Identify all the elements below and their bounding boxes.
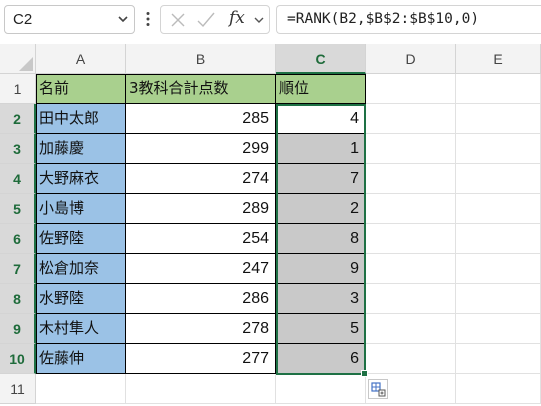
cell-d7[interactable] xyxy=(366,254,456,284)
cell-d9[interactable] xyxy=(366,314,456,344)
row-header-7[interactable]: 7 xyxy=(0,254,36,284)
cell-c6[interactable]: 8 xyxy=(276,224,366,254)
column-header-b[interactable]: B xyxy=(126,44,276,74)
cell-a4[interactable]: 大野麻衣 xyxy=(36,164,126,194)
cell-e11[interactable] xyxy=(456,374,541,404)
cell-a3[interactable]: 加藤慶 xyxy=(36,134,126,164)
cell-b9[interactable]: 278 xyxy=(126,314,276,344)
fill-handle[interactable] xyxy=(361,370,368,377)
formula-bar: C2 fx =RANK(B2,$B$2:$B$10,0) xyxy=(0,0,541,38)
cell-d5[interactable] xyxy=(366,194,456,224)
cell-c9[interactable]: 5 xyxy=(276,314,366,344)
cell-d6[interactable] xyxy=(366,224,456,254)
cell-a6[interactable]: 佐野陸 xyxy=(36,224,126,254)
cell-b5[interactable]: 289 xyxy=(126,194,276,224)
cell-c2-active[interactable]: 4 xyxy=(276,104,366,134)
formula-text: =RANK(B2,$B$2:$B$10,0) xyxy=(287,11,480,27)
cell-e10[interactable] xyxy=(456,344,541,374)
cell-c1[interactable]: 順位 xyxy=(276,74,366,104)
row-header-9[interactable]: 9 xyxy=(0,314,36,344)
cell-c3[interactable]: 1 xyxy=(276,134,366,164)
cell-a9[interactable]: 木村隼人 xyxy=(36,314,126,344)
cell-d4[interactable] xyxy=(366,164,456,194)
chevron-down-icon[interactable] xyxy=(118,14,128,24)
cell-a5[interactable]: 小島博 xyxy=(36,194,126,224)
close-icon[interactable] xyxy=(171,13,185,27)
cell-d2[interactable] xyxy=(366,104,456,134)
cell-a2[interactable]: 田中太郎 xyxy=(36,104,126,134)
cell-d10[interactable] xyxy=(366,344,456,374)
cell-e4[interactable] xyxy=(456,164,541,194)
cell-c5[interactable]: 2 xyxy=(276,194,366,224)
cell-e2[interactable] xyxy=(456,104,541,134)
cell-e9[interactable] xyxy=(456,314,541,344)
row-header-3[interactable]: 3 xyxy=(0,134,36,164)
cell-e8[interactable] xyxy=(456,284,541,314)
cell-e3[interactable] xyxy=(456,134,541,164)
formula-input[interactable]: =RANK(B2,$B$2:$B$10,0) xyxy=(276,5,541,34)
formula-controls: fx xyxy=(160,5,270,34)
cell-a7[interactable]: 松倉加奈 xyxy=(36,254,126,284)
cell-e6[interactable] xyxy=(456,224,541,254)
cell-b4[interactable]: 274 xyxy=(126,164,276,194)
row-header-5[interactable]: 5 xyxy=(0,194,36,224)
quick-analysis-icon[interactable] xyxy=(368,379,388,399)
cell-c7[interactable]: 9 xyxy=(276,254,366,284)
cell-e7[interactable] xyxy=(456,254,541,284)
row-header-11[interactable]: 11 xyxy=(0,374,36,404)
cell-b6[interactable]: 254 xyxy=(126,224,276,254)
select-all-button[interactable] xyxy=(0,44,36,74)
name-box[interactable]: C2 xyxy=(4,5,135,34)
cell-b8[interactable]: 286 xyxy=(126,284,276,314)
cell-d8[interactable] xyxy=(366,284,456,314)
column-header-e[interactable]: E xyxy=(456,44,541,74)
cell-a10[interactable]: 佐藤伸 xyxy=(36,344,126,374)
row-header-1[interactable]: 1 xyxy=(0,74,36,104)
cell-a1[interactable]: 名前 xyxy=(36,74,126,104)
cell-b3[interactable]: 299 xyxy=(126,134,276,164)
check-icon[interactable] xyxy=(197,12,215,28)
name-box-value: C2 xyxy=(13,11,33,28)
row-header-6[interactable]: 6 xyxy=(0,224,36,254)
cell-e5[interactable] xyxy=(456,194,541,224)
row-header-8[interactable]: 8 xyxy=(0,284,36,314)
cell-b2[interactable]: 285 xyxy=(126,104,276,134)
cell-d3[interactable] xyxy=(366,134,456,164)
column-header-d[interactable]: D xyxy=(366,44,456,74)
cell-e1[interactable] xyxy=(456,74,541,104)
cell-b1[interactable]: 3教科合計点数 xyxy=(126,74,276,104)
cell-b7[interactable]: 247 xyxy=(126,254,276,284)
row-header-10[interactable]: 10 xyxy=(0,344,36,374)
row-header-4[interactable]: 4 xyxy=(0,164,36,194)
insert-function-button[interactable]: fx xyxy=(229,8,245,28)
cell-b11[interactable] xyxy=(126,374,276,404)
cell-a8[interactable]: 水野陸 xyxy=(36,284,126,314)
spreadsheet-grid: A B C D E 1 2 3 4 5 6 7 8 9 10 11 名前 3教科… xyxy=(0,44,541,406)
cell-a11[interactable] xyxy=(36,374,126,404)
column-header-c[interactable]: C xyxy=(276,44,366,74)
cell-d1[interactable] xyxy=(366,74,456,104)
chevron-down-icon[interactable] xyxy=(254,16,264,24)
cell-c10[interactable]: 6 xyxy=(276,344,366,374)
cell-c4[interactable]: 7 xyxy=(276,164,366,194)
cell-c11[interactable] xyxy=(276,374,366,404)
column-header-a[interactable]: A xyxy=(36,44,126,74)
cell-b10[interactable]: 277 xyxy=(126,344,276,374)
more-vertical-icon[interactable] xyxy=(146,11,150,27)
row-header-2[interactable]: 2 xyxy=(0,104,36,134)
cell-c8[interactable]: 3 xyxy=(276,284,366,314)
